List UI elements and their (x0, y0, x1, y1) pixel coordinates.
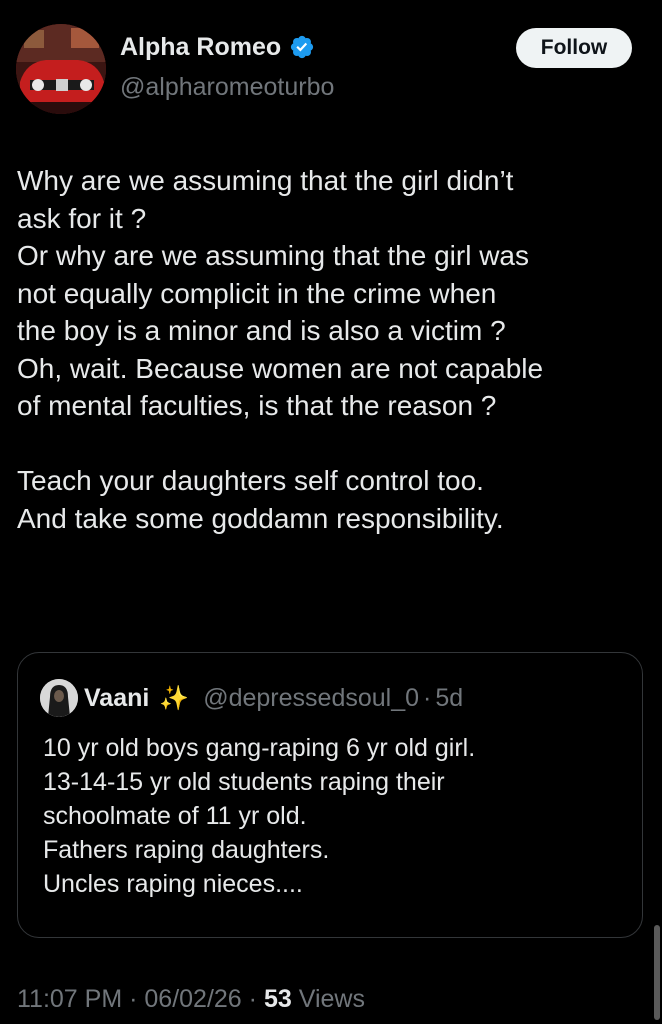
tweet-line: not equally complicit in the crime when (17, 277, 497, 309)
author-display-name[interactable]: Alpha Romeo (120, 30, 281, 64)
sparkles-icon: ✨ (159, 684, 190, 712)
tweet-text: Why are we assuming that the girl didn’t… (17, 162, 657, 537)
tweet-line: Why are we assuming that the girl didn’t (17, 165, 514, 196)
quoted-author-name[interactable]: Vaani (84, 684, 149, 713)
tweet-line: the boy is a minor and is also a victim … (17, 315, 506, 346)
quote-line: schoolmate of 11 yr old. (43, 802, 307, 830)
tweet-line: Teach your daughters self control too. (17, 465, 484, 496)
quote-line: 10 yr old boys gang-raping 6 yr old girl… (43, 734, 476, 762)
tweet-line: of mental faculties, is that the reason … (17, 390, 497, 421)
scrollbar[interactable] (654, 925, 660, 1020)
separator-dot: · (129, 985, 138, 1013)
person-avatar-icon (40, 679, 78, 717)
views-count: 53 (263, 985, 292, 1013)
author-avatar[interactable] (16, 24, 106, 114)
quote-line: Fathers raping daughters. (43, 836, 330, 864)
quoted-tweet-card[interactable]: Vaani ✨ @depressedsoul_0 · 5d 10 yr old … (17, 652, 643, 938)
author-name-row: Alpha Romeo (120, 30, 315, 64)
views-label: Views (298, 985, 365, 1013)
quote-line: Uncles raping nieces.... (43, 870, 303, 898)
quoted-author-avatar[interactable] (40, 679, 78, 717)
tweet-line: Oh, wait. Because women are not capable (17, 352, 544, 384)
author-handle[interactable]: @alpharomeoturbo (120, 70, 334, 104)
quoted-tweet-header: Vaani ✨ @depressedsoul_0 · 5d (40, 679, 463, 717)
tweet-line: Or why are we assuming that the girl was (17, 240, 529, 271)
quote-line: 13-14-15 yr old students raping their (43, 768, 445, 796)
tweet-date[interactable]: 06/02/26 (144, 985, 241, 1013)
tweet-meta: 11:07 PM · 06/02/26 · 53 Views (17, 982, 365, 1016)
quoted-tweet-text: 10 yr old boys gang-raping 6 yr old girl… (43, 731, 633, 901)
separator-dot: · (248, 985, 257, 1013)
separator-dot: · (423, 683, 432, 712)
car-avatar-icon (16, 24, 106, 114)
tweet-page: Alpha Romeo @alpharomeoturbo Follow Why … (0, 0, 662, 1024)
quoted-tweet-time[interactable]: 5d (435, 684, 463, 713)
tweet-line: ask for it ? (17, 202, 147, 234)
tweet-time[interactable]: 11:07 PM (17, 985, 122, 1013)
follow-button[interactable]: Follow (516, 28, 632, 68)
quoted-author-handle[interactable]: @depressedsoul_0 (203, 684, 419, 713)
tweet-line: And take some goddamn responsibility. (17, 502, 504, 534)
verified-badge-icon (291, 35, 314, 59)
